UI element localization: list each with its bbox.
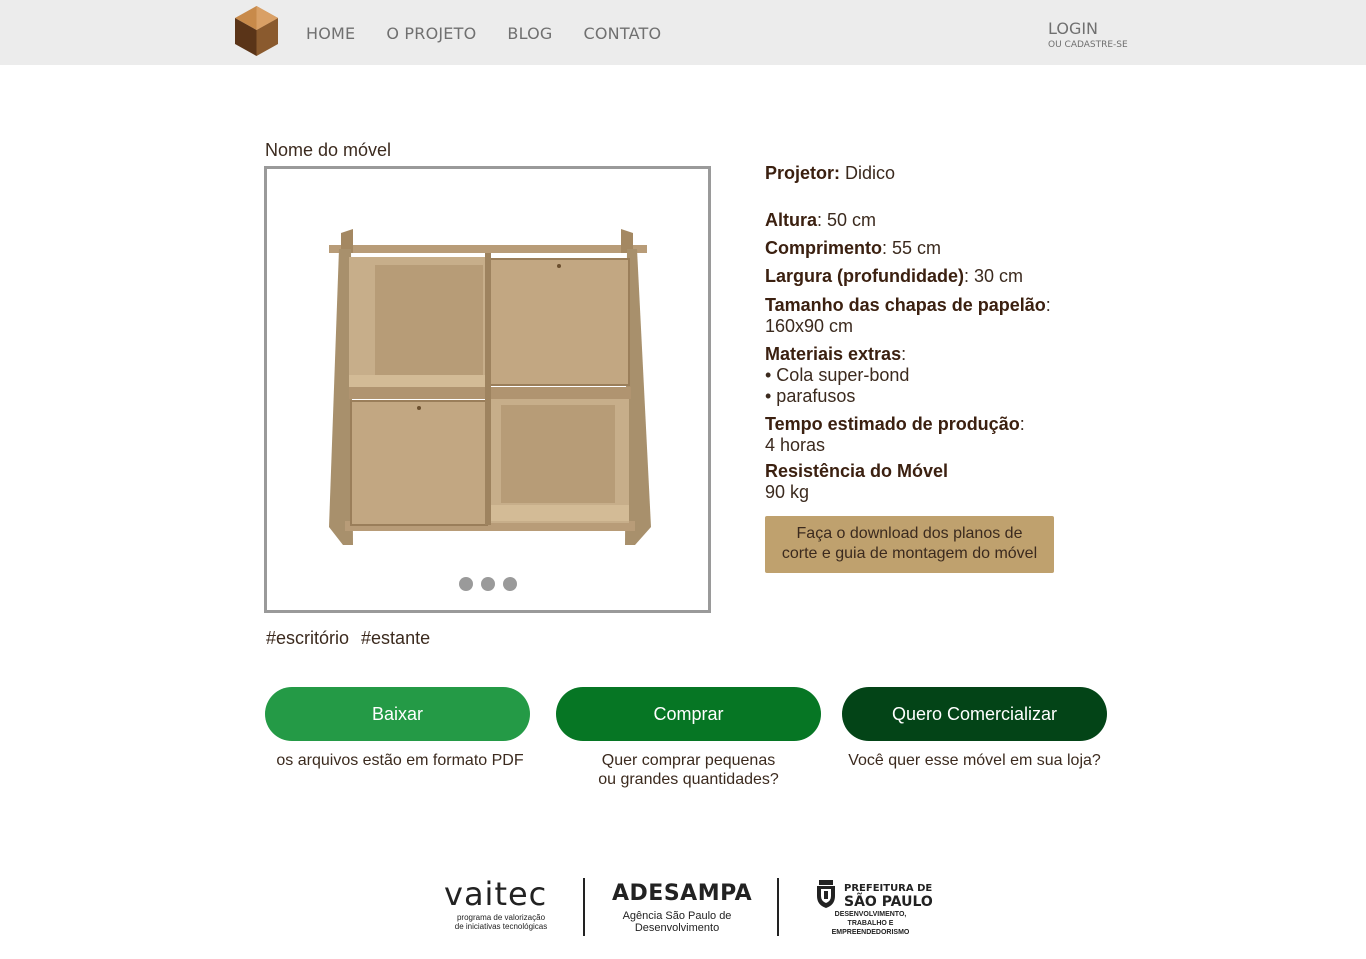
- prefeitura-city: SÃO PAULO: [844, 894, 933, 910]
- gallery-pagination: [267, 577, 708, 591]
- spec-height: Altura: 50 cm: [765, 210, 877, 230]
- comercializar-button[interactable]: Quero Comercializar: [842, 687, 1107, 741]
- comprar-caption-line1: Quer comprar pequenas: [601, 752, 776, 769]
- spec-height-label: Altura: [765, 210, 818, 230]
- spec-height-value: 50 cm: [827, 210, 877, 230]
- prefeitura-sub-line2: TRABALHO E EMPREENDEDORISMO: [831, 920, 910, 936]
- download-plans-line1: Faça o download dos planos de: [796, 525, 1023, 542]
- adesampa-subtitle: Agência São Paulo de Desenvolvimento: [612, 910, 742, 934]
- product-image: [329, 229, 651, 545]
- prefeitura-subtitle: DESENVOLVIMENTO, TRABALHO E EMPREENDEDOR…: [808, 910, 933, 937]
- baixar-caption: os arquivos estão em formato PDF: [276, 752, 524, 769]
- spec-materials: Materiais extras: • Cola super-bond • pa…: [765, 344, 910, 406]
- top-header: HOME O PROJETO BLOG CONTATO LOGIN OU CAD…: [0, 0, 1366, 65]
- gallery-dot-1[interactable]: [458, 577, 473, 591]
- tag-escritorio[interactable]: #escritório: [266, 628, 349, 649]
- product-name: Nome do móvel: [265, 140, 392, 160]
- adesampa-sub-line2: Desenvolvimento: [634, 922, 720, 934]
- spec-sheets: Tamanho das chapas de papelão: 160x90 cm: [765, 295, 1051, 336]
- spec-width-label: Largura (profundidade): [765, 266, 964, 286]
- main-nav: HOME O PROJETO BLOG CONTATO: [306, 24, 692, 43]
- vaitec-name: vaitec: [444, 875, 548, 913]
- comprar-button[interactable]: Comprar: [556, 687, 821, 741]
- spec-designer-label: Projetor: [765, 163, 835, 183]
- prefeitura-sub-line1: DESENVOLVIMENTO,: [834, 911, 907, 918]
- gallery-dot-2[interactable]: [480, 577, 495, 591]
- prefeitura-title: PREFEITURA DE: [844, 883, 933, 894]
- baixar-button[interactable]: Baixar: [265, 687, 530, 741]
- spec-materials-label: Materiais extras: [765, 344, 902, 364]
- vaitec-sub-line2: de iniciativas tecnológicas: [454, 922, 548, 931]
- comprar-caption-line2: ou grandes quantidades?: [598, 771, 779, 788]
- adesampa-sub-line1: Agência São Paulo de: [622, 910, 732, 922]
- spec-resistance-label: Resistência do Móvel: [765, 461, 949, 481]
- spec-length-label: Comprimento: [765, 238, 882, 258]
- spec-length: Comprimento: 55 cm: [765, 238, 942, 258]
- nav-home[interactable]: HOME: [306, 24, 355, 43]
- partner-logos: vaitec programa de valorização de inicia…: [440, 875, 940, 940]
- spec-width: Largura (profundidade): 30 cm: [765, 266, 1024, 286]
- signup-label[interactable]: OU CADASTRE-SE: [1048, 39, 1128, 51]
- login-link[interactable]: LOGIN OU CADASTRE-SE: [1048, 19, 1128, 51]
- spec-length-value: 55 cm: [892, 238, 942, 258]
- cube-logo-icon[interactable]: [235, 6, 278, 56]
- product-gallery[interactable]: [264, 166, 711, 613]
- spec-time-value: 4 horas: [765, 435, 826, 455]
- city-crest-icon: [817, 880, 835, 908]
- spec-time: Tempo estimado de produção: 4 horas: [765, 414, 1025, 455]
- logo-divider: [777, 878, 779, 936]
- logo-divider: [583, 878, 585, 936]
- spec-resistance-value: 90 kg: [765, 482, 810, 502]
- tag-estante[interactable]: #estante: [361, 628, 430, 649]
- nav-contato[interactable]: CONTATO: [584, 24, 662, 43]
- tag-list: #escritório #estante: [266, 628, 430, 649]
- gallery-dot-3[interactable]: [502, 577, 517, 591]
- spec-material-item: • parafusos: [765, 386, 856, 406]
- spec-designer-value: Didico: [845, 163, 896, 183]
- comprar-caption: Quer comprar pequenas ou grandes quantid…: [556, 751, 821, 789]
- spec-sheets-label: Tamanho das chapas de papelão: [765, 295, 1046, 315]
- spec-material-item: • Cola super-bond: [765, 365, 910, 385]
- vaitec-sub-line1: programa de valorização: [456, 913, 546, 922]
- comercializar-caption: Você quer esse móvel em sua loja?: [848, 752, 1101, 769]
- spec-time-label: Tempo estimado de produção: [765, 414, 1020, 434]
- vaitec-subtitle: programa de valorização de iniciativas t…: [446, 913, 556, 931]
- spec-resistance: Resistência do Móvel 90 kg: [765, 461, 948, 503]
- download-plans-button[interactable]: Faça o download dos planos de corte e gu…: [765, 516, 1054, 573]
- nav-blog[interactable]: BLOG: [507, 24, 552, 43]
- login-label[interactable]: LOGIN: [1048, 19, 1128, 39]
- spec-sheets-value: 160x90 cm: [765, 316, 854, 336]
- spec-width-value: 30 cm: [974, 266, 1024, 286]
- adesampa-name: ADESAMPA: [612, 881, 753, 906]
- spec-designer: Projetor: Didico: [765, 163, 896, 183]
- download-plans-line2: corte e guia de montagem do móvel: [781, 545, 1038, 562]
- nav-o-projeto[interactable]: O PROJETO: [386, 24, 476, 43]
